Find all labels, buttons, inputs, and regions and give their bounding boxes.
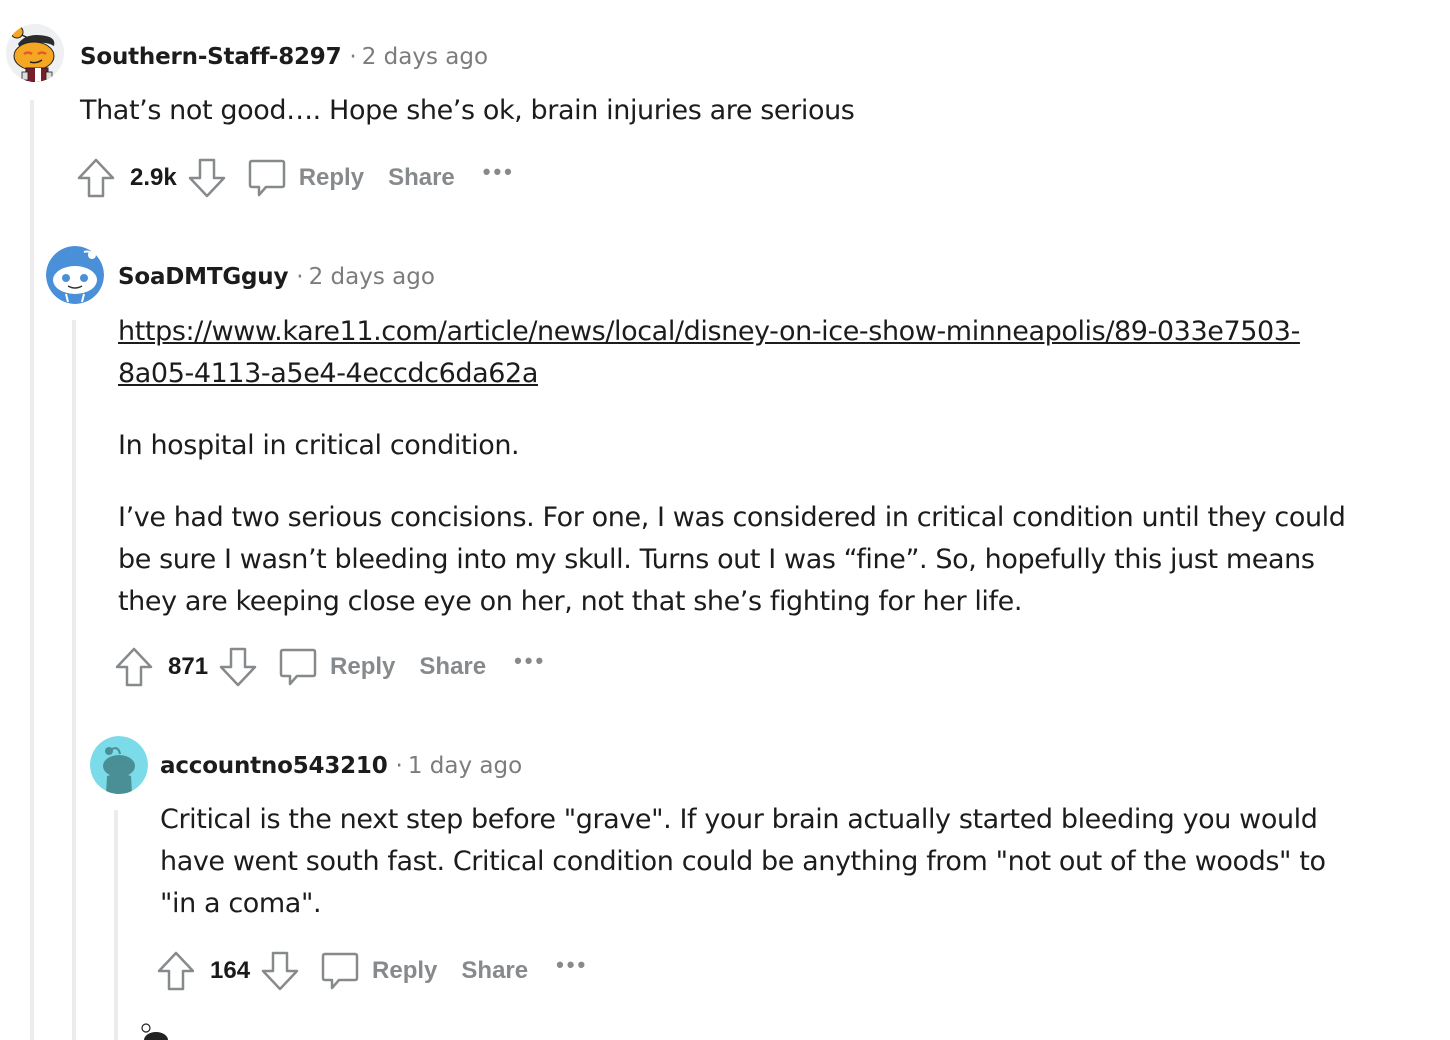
- vote-score: 871: [168, 653, 209, 680]
- reply-button[interactable]: Reply: [247, 157, 364, 199]
- comment-meta: accountno543210 · 1 day ago: [160, 751, 522, 781]
- comment-body: That’s not good…. Hope she’s ok, brain i…: [80, 90, 1380, 132]
- avatar[interactable]: [46, 246, 104, 304]
- avatar[interactable]: [90, 736, 148, 794]
- comment-text: Critical is the next step before "grave"…: [160, 804, 1326, 919]
- thread-line-level-1[interactable]: [30, 100, 34, 1040]
- comment-actions: 2.9k Reply Share •••: [76, 156, 515, 200]
- timestamp[interactable]: 2 days ago: [362, 44, 488, 70]
- timestamp[interactable]: 1 day ago: [408, 753, 522, 779]
- downvote-button[interactable]: [218, 646, 258, 688]
- downvote-arrow-icon: [188, 158, 225, 198]
- comment-body: https://www.kare11.com/article/news/loca…: [118, 311, 1358, 623]
- vote-score: 2.9k: [130, 164, 177, 191]
- article-link[interactable]: https://www.kare11.com/article/news/loca…: [118, 316, 1300, 389]
- reply-label: Reply: [372, 957, 438, 984]
- upvote-arrow-icon: [115, 647, 153, 687]
- upvote-button[interactable]: [76, 157, 116, 199]
- comment-actions: 164 Reply Share •••: [156, 949, 588, 993]
- timestamp[interactable]: 2 days ago: [309, 264, 435, 290]
- snoo-orange-avatar-icon: [6, 24, 64, 82]
- thread-line-level-3[interactable]: [114, 810, 118, 1040]
- share-button[interactable]: Share: [419, 653, 486, 681]
- comment-text: I’ve had two serious concisions. For one…: [118, 502, 1346, 617]
- upvote-button[interactable]: [156, 950, 196, 992]
- avatar[interactable]: [6, 24, 64, 82]
- comment-bubble-icon: [279, 648, 317, 686]
- reply-button[interactable]: Reply: [278, 646, 395, 688]
- downvote-arrow-icon: [261, 951, 299, 991]
- snoo-avatar-icon: [141, 1023, 168, 1040]
- comment-text: That’s not good…. Hope she’s ok, brain i…: [80, 95, 855, 126]
- link-line: 8a05-4113-a5e4-4eccdc6da62a: [118, 358, 538, 389]
- comment-actions: 871 Reply Share •••: [114, 645, 546, 689]
- comment-bubble-icon: [321, 952, 359, 990]
- comment-bubble-icon: [248, 159, 285, 197]
- upvote-button[interactable]: [114, 646, 154, 688]
- reply-label: Reply: [330, 653, 396, 680]
- more-options-icon[interactable]: •••: [483, 159, 515, 185]
- snoo-blue-avatar-icon: [46, 246, 104, 304]
- author-link[interactable]: SoaDMTGguy: [118, 264, 288, 290]
- next-comment-avatar-partial[interactable]: [140, 1022, 170, 1040]
- author-link[interactable]: accountno543210: [160, 753, 388, 779]
- comment-link: https://www.kare11.com/article/news/loca…: [118, 311, 1358, 395]
- comment-text: In hospital in critical condition.: [118, 430, 520, 461]
- reply-label: Reply: [298, 164, 365, 191]
- downvote-button[interactable]: [187, 157, 227, 199]
- link-line: https://www.kare11.com/article/news/loca…: [118, 316, 1300, 347]
- share-button[interactable]: Share: [388, 164, 455, 192]
- author-link[interactable]: Southern-Staff-8297: [80, 44, 342, 70]
- comment-body: Critical is the next step before "grave"…: [160, 799, 1350, 925]
- more-options-icon[interactable]: •••: [556, 952, 588, 978]
- more-options-icon[interactable]: •••: [514, 648, 546, 674]
- downvote-button[interactable]: [260, 950, 300, 992]
- meta-separator: ·: [395, 753, 403, 779]
- meta-separator: ·: [349, 44, 357, 70]
- snoo-teal-avatar-icon: [90, 736, 148, 794]
- comment-meta: Southern-Staff-8297 · 2 days ago: [80, 42, 488, 72]
- reply-button[interactable]: Reply: [320, 950, 437, 992]
- vote-score: 164: [210, 957, 251, 984]
- thread-line-level-2[interactable]: [72, 320, 76, 1040]
- upvote-arrow-icon: [157, 951, 195, 991]
- downvote-arrow-icon: [219, 647, 257, 687]
- share-button[interactable]: Share: [461, 957, 528, 985]
- meta-separator: ·: [296, 264, 304, 290]
- comment-meta: SoaDMTGguy · 2 days ago: [118, 262, 435, 292]
- upvote-arrow-icon: [77, 158, 115, 198]
